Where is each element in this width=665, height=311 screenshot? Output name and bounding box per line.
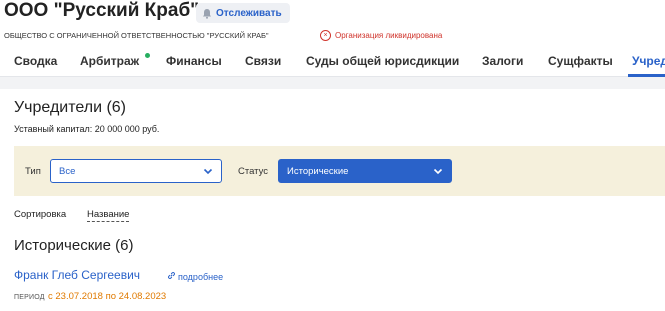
- period-label: ПЕРИОД: [14, 294, 45, 301]
- tab-pledges[interactable]: Залоги: [482, 54, 523, 68]
- tab-arbitration[interactable]: Арбитраж: [80, 54, 139, 68]
- close-circle-icon: ×: [320, 30, 331, 41]
- tab-general-courts[interactable]: Суды общей юрисдикции: [306, 54, 459, 68]
- company-title: ООО "Русский Краб": [4, 0, 200, 21]
- tab-summary[interactable]: Сводка: [14, 54, 57, 68]
- chevron-down-icon: [203, 166, 213, 179]
- follow-button[interactable]: Отслеживать: [196, 3, 290, 23]
- bell-icon: [202, 8, 212, 19]
- sort-label: Сортировка: [14, 209, 67, 220]
- liquidated-status: × Организация ликвидирована: [320, 30, 442, 41]
- chevron-down-icon: [433, 166, 443, 179]
- period-value: с 23.07.2018 по 24.08.2023: [48, 291, 167, 302]
- authorized-capital: Уставный капитал: 20 000 000 руб.: [14, 124, 160, 134]
- tab-finance[interactable]: Финансы: [166, 54, 222, 68]
- tab-founders[interactable]: Учред: [632, 54, 665, 68]
- historical-founders-title: Исторические (6): [14, 237, 134, 254]
- status-select-value: Исторические: [287, 165, 349, 177]
- filter-panel: Тип Все Статус Исторические: [14, 146, 665, 196]
- type-select[interactable]: Все: [50, 159, 222, 183]
- tab-facts[interactable]: Сущфакты: [548, 54, 613, 68]
- tab-arbitration-notification-dot: [145, 53, 150, 58]
- liquidated-status-text: Организация ликвидирована: [335, 31, 443, 40]
- section-divider: [0, 77, 665, 89]
- link-icon: [167, 271, 176, 282]
- sort-by-name-toggle[interactable]: Название: [87, 209, 130, 222]
- founders-title: Учредители (6): [14, 99, 127, 116]
- status-select[interactable]: Исторические: [278, 159, 452, 183]
- tab-bar: Сводка Арбитраж Финансы Связи Суды общей…: [0, 48, 665, 77]
- details-link-label: подробнее: [178, 271, 224, 282]
- follow-label: Отслеживать: [216, 7, 282, 19]
- type-select-value: Все: [59, 165, 76, 177]
- status-filter-label: Статус: [238, 166, 269, 177]
- type-filter-label: Тип: [25, 166, 41, 177]
- details-link[interactable]: подробнее: [167, 271, 223, 282]
- tab-links[interactable]: Связи: [245, 54, 281, 68]
- company-full-name: ОБЩЕСТВО С ОГРАНИЧЕННОЙ ОТВЕТСТВЕННОСТЬЮ…: [4, 31, 269, 40]
- founder-name-link[interactable]: Франк Глеб Сергеевич: [14, 268, 140, 282]
